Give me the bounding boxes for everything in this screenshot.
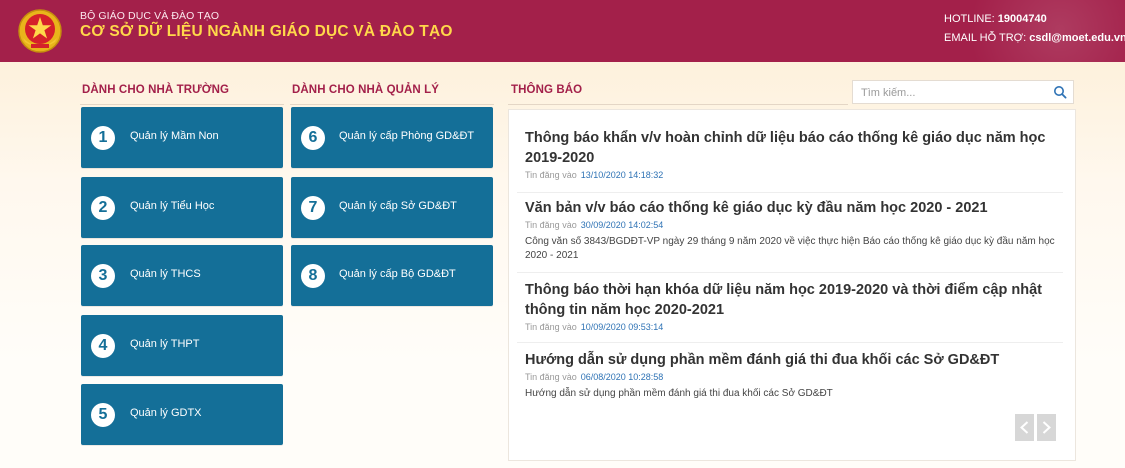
news-divider: [517, 272, 1063, 273]
news-summary: Công văn số 3843/BGDĐT-VP ngày 29 tháng …: [525, 236, 1055, 261]
news-date: 13/10/2020 14:18:32: [580, 170, 664, 180]
ministry-name: BỘ GIÁO DỤC VÀ ĐÀO TẠO: [80, 10, 220, 22]
news-title[interactable]: Văn bản v/v báo cáo thống kê giáo dục kỳ…: [525, 198, 1055, 218]
tile-label: Quản lý cấp Phòng GD&ĐT: [339, 130, 475, 142]
posted-label: Tin đăng vào: [525, 322, 577, 332]
news-title[interactable]: Hướng dẫn sử dụng phần mềm đánh giá thi …: [525, 350, 1055, 370]
managers-heading: DÀNH CHO NHÀ QUẢN LÝ: [292, 84, 440, 96]
schools-heading-divider: [80, 104, 284, 105]
tile-number: 8: [301, 264, 325, 288]
hotline-label: HOTLINE:: [944, 13, 995, 25]
prev-button[interactable]: [1015, 414, 1034, 441]
posted-label: Tin đăng vào: [525, 170, 577, 180]
news-item: Văn bản v/v báo cáo thống kê giáo dục kỳ…: [525, 198, 1055, 263]
news-date: 10/09/2020 09:53:14: [580, 322, 664, 332]
news-divider: [517, 192, 1063, 193]
tile-label: Quản lý GDTX: [130, 407, 202, 419]
tile-label: Quản lý THCS: [130, 268, 201, 280]
tile-number: 3: [91, 264, 115, 288]
tile-upper-secondary[interactable]: 4 Quản lý THPT: [81, 315, 283, 376]
tile-number: 1: [91, 126, 115, 150]
tile-label: Quản lý THPT: [130, 338, 200, 350]
search-input[interactable]: [859, 83, 1043, 103]
tile-label: Quản lý cấp Bộ GD&ĐT: [339, 268, 456, 280]
news-title[interactable]: Thông báo thời hạn khóa dữ liệu năm học …: [525, 280, 1055, 320]
news-item: Hướng dẫn sử dụng phần mềm đánh giá thi …: [525, 350, 1055, 401]
news-item: Thông báo khẩn v/v hoàn chỉnh dữ liệu bá…: [525, 128, 1055, 180]
managers-heading-divider: [290, 104, 494, 105]
email-value[interactable]: csdl@moet.edu.vn: [1029, 32, 1125, 44]
site-title[interactable]: CƠ SỞ DỮ LIỆU NGÀNH GIÁO DỤC VÀ ĐÀO TẠO: [80, 23, 453, 41]
tile-province-level[interactable]: 7 Quản lý cấp Sở GD&ĐT: [291, 177, 493, 238]
news-meta: Tin đăng vào 06/08/2020 10:28:58: [525, 372, 1055, 382]
tile-number: 7: [301, 196, 325, 220]
news-divider: [517, 342, 1063, 343]
news-title[interactable]: Thông báo khẩn v/v hoàn chỉnh dữ liệu bá…: [525, 128, 1055, 168]
site-header: BỘ GIÁO DỤC VÀ ĐÀO TẠO CƠ SỞ DỮ LIỆU NGÀ…: [0, 0, 1125, 62]
news-meta: Tin đăng vào 30/09/2020 14:02:54: [525, 220, 1055, 230]
posted-label: Tin đăng vào: [525, 372, 577, 382]
news-date: 30/09/2020 14:02:54: [580, 220, 664, 230]
search-box: [852, 80, 1074, 104]
contact-info: HOTLINE: 19004740 EMAIL HỖ TRỢ: csdl@moe…: [944, 10, 1125, 48]
news-date: 06/08/2020 10:28:58: [580, 372, 664, 382]
tile-label: Quản lý Tiểu Học: [130, 200, 215, 212]
news-item: Thông báo thời hạn khóa dữ liệu năm học …: [525, 280, 1055, 332]
chevron-right-icon: [1042, 421, 1051, 434]
tile-number: 5: [91, 403, 115, 427]
email-label: EMAIL HỖ TRỢ:: [944, 32, 1027, 44]
tile-number: 6: [301, 126, 325, 150]
news-meta: Tin đăng vào 10/09/2020 09:53:14: [525, 322, 1055, 332]
tile-number: 2: [91, 196, 115, 220]
tile-continuing-education[interactable]: 5 Quản lý GDTX: [81, 384, 283, 445]
search-icon[interactable]: [1053, 85, 1067, 99]
tile-lower-secondary[interactable]: 3 Quản lý THCS: [81, 245, 283, 306]
chevron-left-icon: [1020, 421, 1029, 434]
posted-label: Tin đăng vào: [525, 220, 577, 230]
support-email: EMAIL HỖ TRỢ: csdl@moet.edu.vn: [944, 29, 1125, 48]
news-summary: Hướng dẫn sử dụng phần mềm đánh giá thi …: [525, 388, 833, 399]
tile-ministry-level[interactable]: 8 Quản lý cấp Bộ GD&ĐT: [291, 245, 493, 306]
tile-preschool[interactable]: 1 Quản lý Mầm Non: [81, 107, 283, 168]
notices-heading: THÔNG BÁO: [511, 84, 583, 96]
tile-number: 4: [91, 334, 115, 358]
national-emblem-icon[interactable]: [17, 8, 63, 54]
schools-heading: DÀNH CHO NHÀ TRƯỜNG: [82, 84, 230, 96]
hotline-value: 19004740: [997, 13, 1047, 25]
hotline: HOTLINE: 19004740: [944, 10, 1125, 29]
news-meta: Tin đăng vào 13/10/2020 14:18:32: [525, 170, 1055, 180]
tile-primary[interactable]: 2 Quản lý Tiểu Học: [81, 177, 283, 238]
tile-label: Quản lý Mầm Non: [130, 130, 219, 142]
tile-district-level[interactable]: 6 Quản lý cấp Phòng GD&ĐT: [291, 107, 493, 168]
tile-label: Quản lý cấp Sở GD&ĐT: [339, 200, 457, 212]
next-button[interactable]: [1037, 414, 1056, 441]
notices-heading-divider: [508, 104, 848, 105]
